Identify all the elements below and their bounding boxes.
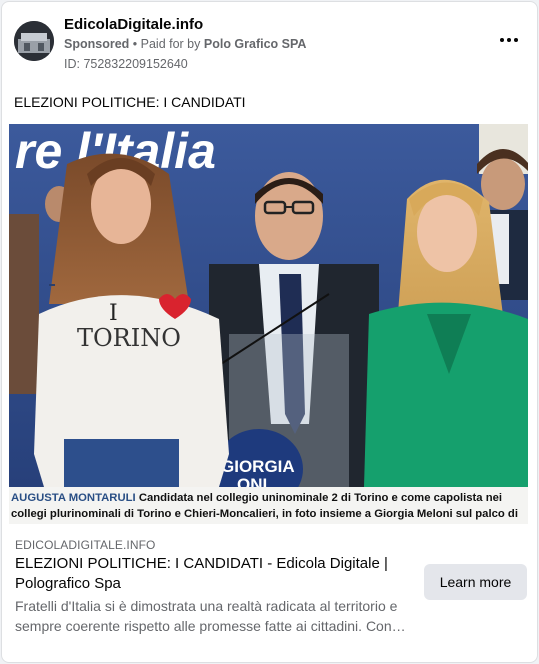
advertiser-name[interactable]: Polo Grafico SPA: [204, 37, 307, 51]
podium-text: GIORGIA: [221, 457, 295, 476]
ad-card: EdicolaDigitale.info Sponsored • Paid fo…: [1, 1, 538, 663]
page-name-link[interactable]: EdicolaDigitale.info: [64, 16, 203, 33]
avatar-image: [14, 21, 54, 61]
page-avatar[interactable]: [14, 21, 54, 61]
post-text: ELEZIONI POLITICHE: I CANDIDATI: [14, 94, 246, 110]
link-description: Fratelli d'Italia si è dimostrata una re…: [15, 598, 406, 634]
paid-for-label: • Paid for by: [132, 37, 201, 51]
ad-media[interactable]: re l'Italia GIORGIA ONI I TORINO AUGUSTA…: [9, 124, 528, 524]
post-header: EdicolaDigitale.info Sponsored • Paid fo…: [14, 16, 525, 76]
more-horizontal-icon: [500, 38, 504, 42]
ad-id: ID: 752832209152640: [64, 57, 188, 71]
link-preview[interactable]: EDICOLADIGITALE.INFO ELEZIONI POLITICHE:…: [2, 524, 537, 662]
shirt-text-i: I: [109, 301, 118, 326]
photo-caption: AUGUSTA MONTARULI Candidata nel collegio…: [9, 487, 528, 524]
sponsored-label: Sponsored: [64, 37, 130, 51]
ad-meta: Sponsored • Paid for by Polo Grafico SPA: [64, 37, 306, 51]
podium-text-2: ONI: [237, 475, 267, 487]
learn-more-button[interactable]: Learn more: [424, 564, 527, 600]
caption-name: AUGUSTA MONTARULI: [11, 492, 136, 504]
shirt-text-city: TORINO: [77, 324, 181, 352]
more-options-button[interactable]: [495, 30, 523, 50]
link-domain: EDICOLADIGITALE.INFO: [15, 538, 156, 552]
ad-photo: re l'Italia GIORGIA ONI I TORINO: [9, 124, 528, 487]
link-title[interactable]: ELEZIONI POLITICHE: I CANDIDATI - Edicol…: [15, 554, 415, 594]
